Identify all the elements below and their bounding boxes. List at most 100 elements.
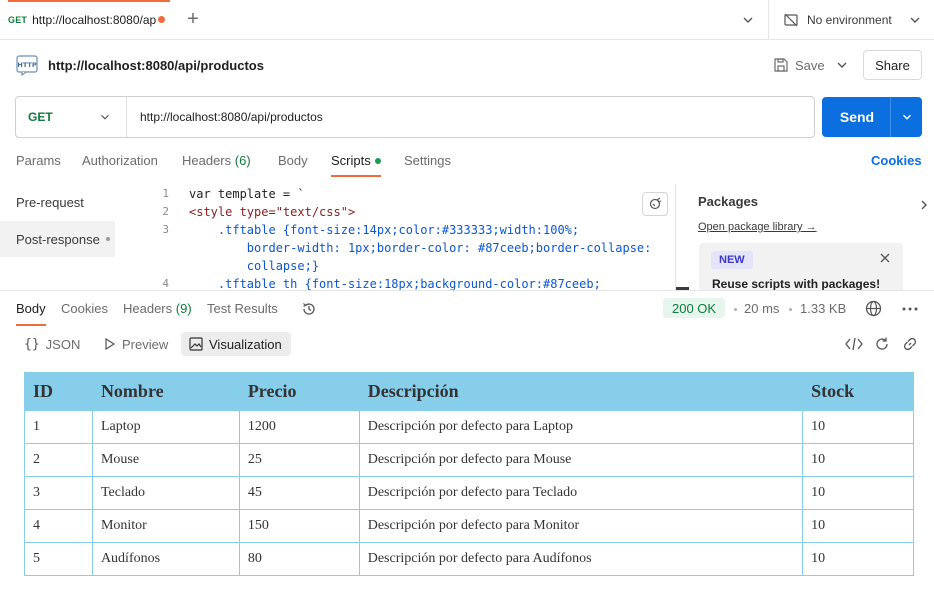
environment-chevron-down-icon[interactable] xyxy=(907,12,923,28)
response-headers-count: (9) xyxy=(175,301,192,316)
status-badge[interactable]: 200 OK xyxy=(663,298,726,318)
beautify-button[interactable] xyxy=(642,192,668,216)
json-braces-icon: {} xyxy=(24,336,40,352)
unsaved-dot-icon xyxy=(158,15,165,23)
active-tab-indicator xyxy=(16,324,46,326)
script-nav-pre-request[interactable]: Pre-request xyxy=(0,184,115,220)
column-header-precio: Precio xyxy=(238,372,360,411)
cell-descripcion: Descripción por defecto para Monitor xyxy=(358,509,804,543)
url-bar: GET xyxy=(15,96,815,138)
cell-stock: 10 xyxy=(802,410,914,444)
cell-descripcion: Descripción por defecto para Teclado xyxy=(358,476,804,510)
new-tab-plus-icon[interactable]: + xyxy=(184,9,202,29)
view-preview-button[interactable]: Preview xyxy=(96,332,176,356)
column-header-descripcion: Descripción xyxy=(358,372,804,411)
link-icon[interactable] xyxy=(902,336,918,352)
send-label: Send xyxy=(839,109,875,125)
tab-method: GET xyxy=(8,14,28,25)
cell-nombre: Audífonos xyxy=(91,542,240,576)
save-icon xyxy=(774,58,788,72)
column-header-id: ID xyxy=(24,372,93,411)
post-response-label: Post-response xyxy=(16,231,100,247)
view-json-button[interactable]: {} JSON xyxy=(16,332,88,356)
request-name[interactable]: http://localhost:8080/api/productos xyxy=(48,58,264,73)
svg-text:HTTP: HTTP xyxy=(17,61,36,69)
response-tab-body[interactable]: Body xyxy=(16,301,46,316)
share-button[interactable]: Share xyxy=(863,50,922,80)
response-tab-cookies[interactable]: Cookies xyxy=(61,301,108,316)
refresh-icon[interactable] xyxy=(874,336,890,352)
scripts-active-dot-icon xyxy=(374,157,381,164)
globe-icon[interactable] xyxy=(865,300,882,317)
method-select[interactable]: GET xyxy=(16,97,127,137)
packages-promo-card: NEW Reuse scripts with packages! xyxy=(699,243,903,290)
code-icon[interactable] xyxy=(845,336,863,352)
request-tab[interactable]: GET http://localhost:8080/api/productos xyxy=(0,0,170,40)
line-number: 4 xyxy=(162,277,169,290)
cookies-link[interactable]: Cookies xyxy=(871,153,922,168)
save-button[interactable]: Save xyxy=(773,53,825,77)
method-chevron-down-icon xyxy=(101,114,109,120)
response-size[interactable]: 1.33 KB xyxy=(800,301,846,316)
line-number: 2 xyxy=(162,205,169,218)
tab-body[interactable]: Body xyxy=(278,153,308,168)
tab-headers[interactable]: Headers (6) xyxy=(182,153,251,168)
tab-authorization[interactable]: Authorization xyxy=(82,153,158,168)
response-headers-label: Headers xyxy=(123,301,173,316)
environment-selector[interactable]: No environment xyxy=(783,10,892,30)
cell-id: 3 xyxy=(24,476,93,510)
column-header-nombre: Nombre xyxy=(91,372,240,411)
separator-dot xyxy=(789,308,792,311)
cell-stock: 10 xyxy=(802,542,914,576)
code-editor[interactable]: 1 var template = ` 2 <style type="text/c… xyxy=(115,184,675,290)
cell-nombre: Monitor xyxy=(91,509,240,543)
code-line: <style type="text/css"> xyxy=(189,205,356,219)
tab-params[interactable]: Params xyxy=(16,153,61,168)
tab-scripts[interactable]: Scripts xyxy=(331,153,381,168)
cell-precio: 150 xyxy=(238,509,360,543)
tab-title: http://localhost:8080/api/productos xyxy=(32,12,157,27)
cell-id: 4 xyxy=(24,509,93,543)
cell-id: 2 xyxy=(24,443,93,477)
save-options-chevron-icon[interactable] xyxy=(834,57,850,73)
response-tab-headers[interactable]: Headers (9) xyxy=(123,301,192,316)
send-button[interactable]: Send xyxy=(822,97,922,137)
table-row: 3 Teclado 45 Descripción por defecto par… xyxy=(24,476,914,510)
cell-stock: 10 xyxy=(802,509,914,543)
history-icon[interactable] xyxy=(301,301,317,317)
response-tab-test-results[interactable]: Test Results xyxy=(207,301,278,316)
code-line: .tftable {font-size:14px;color:#333333;w… xyxy=(189,223,580,237)
active-tab-indicator xyxy=(8,0,170,2)
visualization-label: Visualization xyxy=(209,336,282,352)
table-row: 5 Audífonos 80 Descripción por defecto p… xyxy=(24,542,914,576)
open-package-library-link[interactable]: Open package library → xyxy=(698,221,817,233)
promo-text: Reuse scripts with packages! xyxy=(712,277,881,290)
new-badge: NEW xyxy=(711,251,753,269)
script-nav: Pre-request Post-response xyxy=(0,184,115,290)
response-bar: Body Cookies Headers (9) Test Results 20… xyxy=(0,290,934,326)
tabs-dropdown-chevron-icon[interactable] xyxy=(740,12,756,28)
close-icon[interactable] xyxy=(880,253,890,263)
tab-bar: GET http://localhost:8080/api/productos … xyxy=(0,0,934,40)
code-line: var template = ` xyxy=(189,187,305,201)
table-row: 2 Mouse 25 Descripción por defecto para … xyxy=(24,443,914,477)
url-input[interactable] xyxy=(140,110,790,124)
script-nav-post-response[interactable]: Post-response xyxy=(0,221,115,257)
response-time[interactable]: 20 ms xyxy=(744,301,779,316)
products-table: ID Nombre Precio Descripción Stock 1 Lap… xyxy=(24,372,914,576)
view-visualization-button[interactable]: Visualization xyxy=(181,332,291,356)
tab-settings[interactable]: Settings xyxy=(404,153,451,168)
more-options-icon[interactable] xyxy=(902,307,918,311)
separator-dot xyxy=(734,308,737,311)
image-icon xyxy=(189,337,203,351)
line-number: 1 xyxy=(162,187,169,200)
http-request-icon: HTTP xyxy=(16,55,38,76)
play-icon xyxy=(105,338,116,350)
send-options-chevron-icon[interactable] xyxy=(891,97,922,137)
table-row: 4 Monitor 150 Descripción por defecto pa… xyxy=(24,509,914,543)
save-label: Save xyxy=(795,57,825,73)
collapse-panel-chevron-right-icon[interactable] xyxy=(919,199,929,211)
packages-title: Packages xyxy=(698,194,758,209)
cell-descripcion: Descripción por defecto para Mouse xyxy=(358,443,804,477)
code-line: border-width: 1px;border-color: #87ceeb;… xyxy=(189,241,652,255)
